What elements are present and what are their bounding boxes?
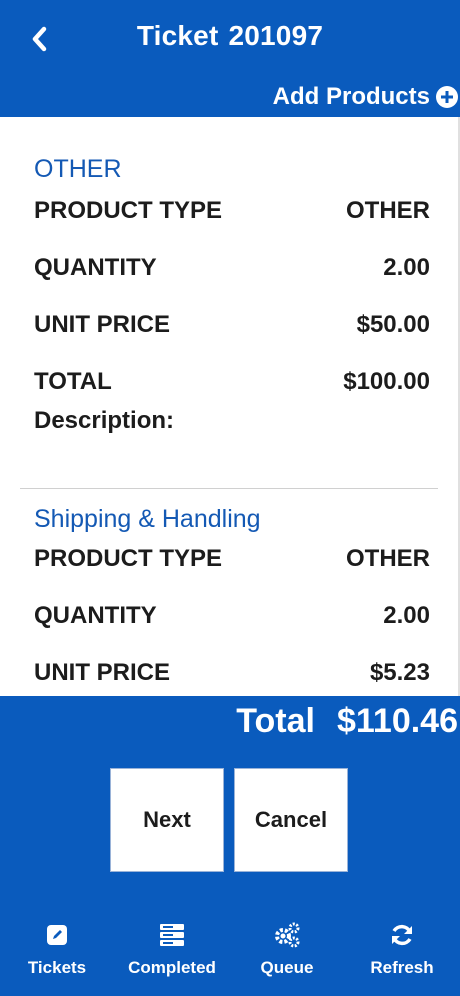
- nav-label: Queue: [260, 958, 314, 977]
- unit-price-row: UNIT PRICE $5.23: [34, 659, 430, 687]
- product-type-row: PRODUCT TYPE OTHER: [34, 545, 430, 573]
- quantity-row: QUANTITY 2.00: [34, 254, 430, 282]
- product-type-value: OTHER: [346, 197, 430, 224]
- ticket-number: 201097: [228, 20, 324, 51]
- total-label: TOTAL: [34, 368, 112, 395]
- footer-bar: Total $110.46 Next Cancel Tickets Complet…: [0, 696, 460, 996]
- list-icon: [160, 924, 184, 946]
- edit-icon: [47, 925, 67, 945]
- unit-price-label: UNIT PRICE: [34, 659, 171, 686]
- refresh-icon: [392, 924, 412, 946]
- nav-item-refresh[interactable]: Refresh: [347, 918, 457, 978]
- nav-item-queue[interactable]: Queue: [232, 918, 342, 978]
- nav-label: Refresh: [370, 958, 434, 977]
- grand-total-label: Total: [236, 702, 315, 740]
- description-label: Description:: [34, 407, 175, 434]
- next-button[interactable]: Next: [110, 768, 224, 872]
- title-label: Ticket: [136, 20, 219, 51]
- unit-price-value: $5.23: [369, 659, 430, 686]
- gears-icon: [275, 922, 300, 948]
- product-list[interactable]: OTHER PRODUCT TYPE OTHER QUANTITY 2.00 U…: [0, 117, 460, 696]
- cancel-button[interactable]: Cancel: [234, 768, 348, 872]
- add-products-button[interactable]: Add Products: [273, 82, 458, 112]
- quantity-label: QUANTITY: [34, 254, 157, 281]
- quantity-value: 2.00: [383, 602, 430, 629]
- unit-price-row: UNIT PRICE $50.00: [34, 311, 430, 339]
- total-value: $100.00: [343, 368, 430, 395]
- grand-total: Total $110.46: [236, 702, 458, 741]
- app-header: Ticket 201097 Add Products: [0, 0, 460, 117]
- item-name: Shipping & Handling: [34, 505, 261, 533]
- nav-label: Completed: [128, 958, 216, 977]
- quantity-label: QUANTITY: [34, 602, 157, 629]
- quantity-value: 2.00: [383, 254, 430, 281]
- nav-label: Tickets: [27, 958, 87, 977]
- product-type-label: PRODUCT TYPE: [34, 545, 223, 572]
- total-row: TOTAL $100.00: [34, 368, 430, 396]
- product-type-value: OTHER: [346, 545, 430, 572]
- product-type-row: PRODUCT TYPE OTHER: [34, 197, 430, 225]
- product-type-label: PRODUCT TYPE: [34, 197, 223, 224]
- nav-item-completed[interactable]: Completed: [117, 918, 227, 978]
- add-products-label: Add Products: [272, 83, 430, 110]
- unit-price-label: UNIT PRICE: [34, 311, 171, 338]
- plus-circle-icon: [436, 86, 458, 108]
- page-title: Ticket 201097: [0, 20, 460, 52]
- grand-total-value: $110.46: [336, 702, 458, 740]
- nav-item-tickets[interactable]: Tickets: [2, 918, 112, 978]
- item-name: OTHER: [34, 155, 122, 183]
- divider: [20, 488, 438, 489]
- unit-price-value: $50.00: [356, 311, 430, 338]
- quantity-row: QUANTITY 2.00: [34, 602, 430, 630]
